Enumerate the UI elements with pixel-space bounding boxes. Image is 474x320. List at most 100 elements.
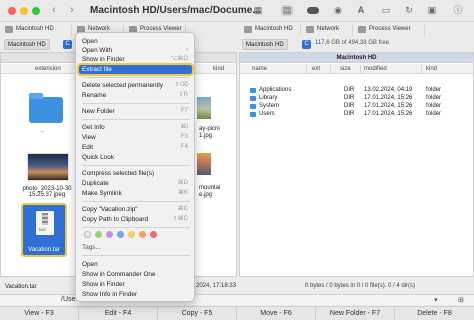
tag-color-green[interactable]: [95, 231, 102, 238]
menu-item-make-symlink[interactable]: Make Symlink ⌘K: [79, 189, 192, 198]
right-path-bar: Macintosh HD: [240, 53, 473, 63]
left-status-date: 2024, 17:18:33: [196, 283, 237, 289]
move-f6-button[interactable]: Move - F6: [237, 307, 316, 320]
tag-color-yellow[interactable]: [128, 231, 135, 238]
copy-f5-button[interactable]: Copy - F5: [158, 307, 237, 320]
folder-icon[interactable]: [29, 93, 63, 123]
eye-icon[interactable]: ◉: [332, 5, 344, 16]
disk-icon: [244, 26, 252, 33]
command-prompt: /Use: [61, 296, 76, 303]
column-ext[interactable]: ext: [312, 64, 320, 74]
column-kind[interactable]: kind: [426, 64, 437, 74]
photo-thumbnail[interactable]: [197, 153, 211, 175]
chevron-right-icon: ›: [186, 47, 188, 53]
tag-color-blue[interactable]: [117, 231, 124, 238]
left-disk-selector[interactable]: Macintosh HD: [4, 39, 50, 50]
minimize-window-button[interactable]: [20, 7, 28, 15]
menu-item-tags[interactable]: Tags...: [79, 243, 192, 252]
folder-icon: [250, 104, 256, 109]
info-icon[interactable]: ⓘ: [452, 5, 464, 16]
menu-item-extract-file[interactable]: Extract file: [77, 63, 194, 76]
menu-item-copy-path[interactable]: Copy Path to Clipboard ⇧⌘C: [79, 215, 192, 224]
command-line[interactable]: /Use ▾ ⊞: [0, 294, 474, 305]
tab-left-macintosh-hd[interactable]: Macintosh HD: [2, 24, 72, 35]
column-name[interactable]: name: [252, 64, 267, 74]
delete-f8-button[interactable]: Delete - F8: [395, 307, 474, 320]
context-menu: Open Open With › Show in Finder ⌥⌘O Extrac…: [75, 32, 195, 302]
photo-thumbnail[interactable]: [27, 153, 69, 181]
left-status-filename: Vacation.tar: [5, 284, 37, 290]
menu-item-quick-look[interactable]: Quick Look: [79, 153, 192, 162]
tag-color-orange[interactable]: [139, 231, 146, 238]
selected-archive-item[interactable]: TAR Vacation.tar: [21, 203, 67, 257]
menu-item-delete-permanently[interactable]: Delete selected permanently ⇧⌫: [79, 81, 192, 90]
right-panel: Macintosh HD name ext size modified kind…: [239, 52, 474, 277]
photo-label: 1.jpg: [199, 133, 213, 139]
window-title: Macintosh HD/Users/mac/Docume...: [90, 5, 261, 16]
column-size[interactable]: size: [340, 64, 351, 74]
menu-item-compress[interactable]: Compress selected file(s): [79, 169, 192, 178]
column-modified[interactable]: modified: [364, 64, 387, 74]
menu-item-show-in-commander-one[interactable]: Show in Commander One: [79, 270, 192, 279]
menu-item-get-info[interactable]: Get Info ⌘I: [79, 123, 192, 132]
tab-right-macintosh-hd[interactable]: Macintosh HD: [241, 24, 301, 35]
menu-item-open[interactable]: Open: [79, 37, 192, 46]
process-icon: [358, 26, 366, 33]
menu-item-view[interactable]: View F3: [79, 133, 192, 142]
dropdown-icon[interactable]: ▾: [434, 296, 438, 304]
disk-info-icon[interactable]: C: [302, 40, 311, 49]
list-icon[interactable]: ▤: [281, 5, 293, 16]
compare-icon[interactable]: ▭: [380, 5, 392, 16]
right-column-header: name ext size modified kind: [240, 64, 473, 74]
grid-icon[interactable]: ▦: [252, 5, 264, 16]
folder-icon: [250, 88, 256, 93]
menu-item-open-service[interactable]: Open: [79, 260, 192, 269]
disk-info-icon[interactable]: C: [63, 40, 72, 49]
network-icon: [306, 26, 314, 33]
photo-thumbnail[interactable]: [197, 97, 211, 119]
menu-item-open-with[interactable]: Open With ›: [79, 46, 192, 55]
grid-icon[interactable]: ⊞: [458, 296, 464, 304]
close-window-button[interactable]: [8, 7, 16, 15]
folder-icon: [250, 112, 256, 117]
zoom-window-button[interactable]: [32, 7, 40, 15]
terminal-icon[interactable]: ▣: [426, 5, 438, 16]
column-extension[interactable]: extension: [35, 64, 61, 74]
menu-item-show-in-finder-service[interactable]: Show in Finder: [79, 280, 192, 289]
right-status-summary: 0 bytes / 0 bytes in 0 / 0 file(s). 0 / …: [305, 283, 416, 289]
forward-icon[interactable]: ›: [70, 4, 74, 16]
menu-separator: [82, 103, 190, 104]
view-f3-button[interactable]: View - F3: [0, 307, 79, 320]
menu-item-copy-file[interactable]: Copy "Vacation.zip" ⌘C: [79, 205, 192, 214]
right-disk-selector[interactable]: Macintosh HD: [242, 39, 288, 50]
photo-label: e.jpg: [199, 192, 213, 198]
toggle-icon[interactable]: [306, 5, 320, 16]
disk-icon: [5, 26, 13, 33]
photo-label: ay-picni: [199, 126, 220, 132]
menu-separator: [82, 255, 190, 256]
menu-item-show-info-in-finder[interactable]: Show Info in Finder: [79, 290, 192, 299]
tab-right-process-viewer[interactable]: Process Viewer: [355, 24, 425, 35]
column-kind[interactable]: kind: [213, 64, 224, 74]
menu-item-new-folder[interactable]: New Folder F7: [79, 107, 192, 116]
sync-icon[interactable]: ↻: [403, 5, 415, 16]
new-folder-f7-button[interactable]: New Folder - F7: [316, 307, 395, 320]
tag-color-red[interactable]: [150, 231, 157, 238]
menu-separator: [82, 165, 190, 166]
tab-right-network[interactable]: Network: [303, 24, 353, 35]
menu-item-duplicate[interactable]: Duplicate ⌘D: [79, 179, 192, 188]
tag-color-purple[interactable]: [106, 231, 113, 238]
font-icon[interactable]: A: [355, 5, 367, 16]
photo-label: mountai: [199, 185, 221, 191]
tabs-row: Macintosh HD Network Process Viewer Maci…: [0, 24, 474, 36]
table-row[interactable]: Users DIR 17.01.2024, 15:26 folder: [240, 110, 473, 119]
menu-item-rename[interactable]: Rename ⇧R: [79, 91, 192, 100]
back-icon[interactable]: ‹: [52, 4, 56, 16]
address-row: Macintosh HD C Macintosh HD C 117,6 GB o…: [0, 38, 474, 51]
photo-label: photo_2023-10-30 15.25.37.jpeg: [22, 186, 72, 198]
tag-color-none[interactable]: [84, 231, 91, 238]
archive-label: Vacation.tar: [28, 247, 60, 253]
menu-item-edit[interactable]: Edit F4: [79, 143, 192, 152]
menu-item-show-in-finder[interactable]: Show in Finder ⌥⌘O: [79, 55, 192, 64]
edit-f4-button[interactable]: Edit - F4: [79, 307, 158, 320]
